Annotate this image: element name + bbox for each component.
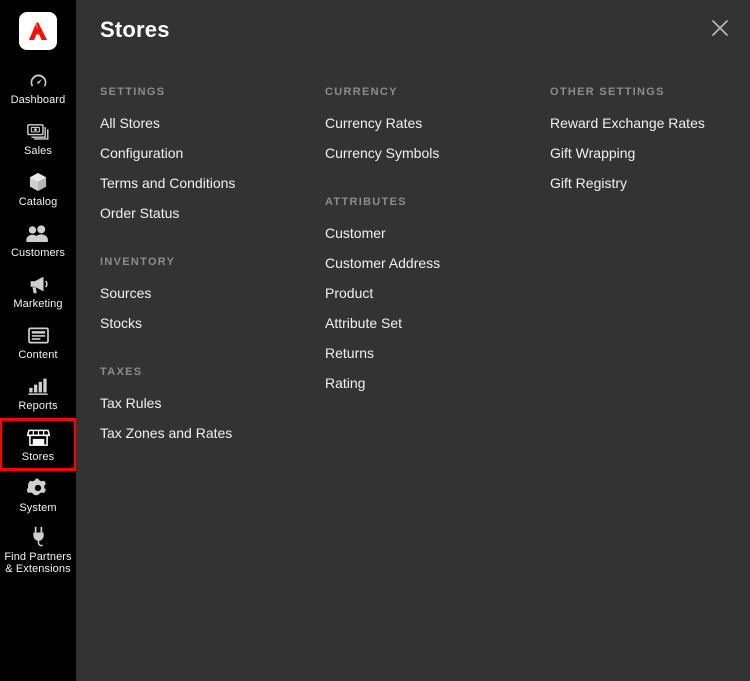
content-page-icon [27,324,50,346]
panel-header: Stores [76,0,750,60]
catalog-box-icon [27,171,49,193]
sidebar-item-content[interactable]: Content [0,317,76,368]
sidebar-item-label: Reports [18,400,58,412]
group-title: CURRENCY [325,86,398,98]
menu-link-configuration[interactable]: Configuration [100,145,301,161]
menu-link-customer-address[interactable]: Customer Address [325,255,526,271]
page-title: Stores [100,17,170,42]
sidebar-item-label: Dashboard [10,94,66,106]
menu-link-tax-rules[interactable]: Tax Rules [100,395,301,411]
partners-plug-icon [28,526,49,548]
sidebar-item-customers[interactable]: Customers [0,215,76,266]
admin-sidebar: Dashboard Sales Catalog Customers Market… [0,0,77,681]
sidebar-item-label: Find Partners & Extensions [4,550,72,575]
menu-link-reward-exchange-rates[interactable]: Reward Exchange Rates [550,115,750,131]
menu-link-stocks[interactable]: Stocks [100,315,301,331]
menu-column-1: SETTINGS All Stores Configuration Terms … [76,60,301,681]
menu-group-other-settings: OTHER SETTINGS Reward Exchange Rates Gif… [550,86,750,191]
group-title: SETTINGS [100,86,166,98]
customers-people-icon [26,222,50,244]
sidebar-item-find-partners-extensions[interactable]: Find Partners & Extensions [0,521,76,579]
sidebar-item-catalog[interactable]: Catalog [0,164,76,215]
menu-link-customer[interactable]: Customer [325,225,526,241]
sidebar-item-label: System [19,502,57,514]
sales-money-icon [26,120,50,142]
menu-group-inventory: INVENTORY Sources Stocks [100,256,301,331]
menu-link-product[interactable]: Product [325,285,526,301]
menu-link-gift-registry[interactable]: Gift Registry [550,175,750,191]
menu-group-settings: SETTINGS All Stores Configuration Terms … [100,86,301,221]
menu-group-attributes: ATTRIBUTES Customer Customer Address Pro… [325,196,526,391]
menu-group-currency: CURRENCY Currency Rates Currency Symbols [325,86,526,161]
menu-link-sources[interactable]: Sources [100,285,301,301]
sidebar-item-label: Sales [23,145,53,157]
menu-link-currency-rates[interactable]: Currency Rates [325,115,526,131]
sidebar-item-label: Customers [10,247,66,259]
sidebar-item-marketing[interactable]: Marketing [0,266,76,317]
menu-column-2: CURRENCY Currency Rates Currency Symbols… [301,60,526,681]
menu-link-gift-wrapping[interactable]: Gift Wrapping [550,145,750,161]
menu-columns: SETTINGS All Stores Configuration Terms … [76,60,750,681]
sidebar-item-label: Catalog [18,196,58,208]
menu-column-3: OTHER SETTINGS Reward Exchange Rates Gif… [526,60,750,681]
menu-link-returns[interactable]: Returns [325,345,526,361]
menu-link-order-status[interactable]: Order Status [100,205,301,221]
sidebar-item-stores[interactable]: Stores [0,418,77,471]
sidebar-item-label: Marketing [13,298,63,310]
sidebar-item-dashboard[interactable]: Dashboard [0,62,76,113]
dashboard-gauge-icon [28,69,49,91]
sidebar-item-reports[interactable]: Reports [0,368,76,419]
sidebar-item-label: Stores [21,451,55,463]
menu-link-all-stores[interactable]: All Stores [100,115,301,131]
marketing-megaphone-icon [27,273,49,295]
sidebar-item-label: Content [18,349,58,361]
menu-link-rating[interactable]: Rating [325,375,526,391]
group-title: ATTRIBUTES [325,196,407,208]
sidebar-item-system[interactable]: System [0,470,76,521]
stores-menu-overlay: Dashboard Sales Catalog Customers Market… [0,0,750,681]
sidebar-item-sales[interactable]: Sales [0,113,76,164]
adobe-commerce-logo[interactable] [19,12,57,50]
menu-link-currency-symbols[interactable]: Currency Symbols [325,145,526,161]
stores-shop-icon [26,426,50,448]
menu-link-attribute-set[interactable]: Attribute Set [325,315,526,331]
group-title: OTHER SETTINGS [550,86,665,98]
menu-link-tax-zones-and-rates[interactable]: Tax Zones and Rates [100,425,301,441]
group-title: INVENTORY [100,256,176,268]
menu-link-terms-and-conditions[interactable]: Terms and Conditions [100,175,301,191]
menu-group-taxes: TAXES Tax Rules Tax Zones and Rates [100,366,301,441]
close-icon[interactable] [706,14,734,42]
group-title: TAXES [100,366,143,378]
system-gear-icon [27,477,49,499]
stores-menu-panel: Stores SETTINGS All Stores Configuration… [76,0,750,681]
sidebar-nav-list: Dashboard Sales Catalog Customers Market… [0,62,77,579]
reports-bar-chart-icon [27,375,49,397]
